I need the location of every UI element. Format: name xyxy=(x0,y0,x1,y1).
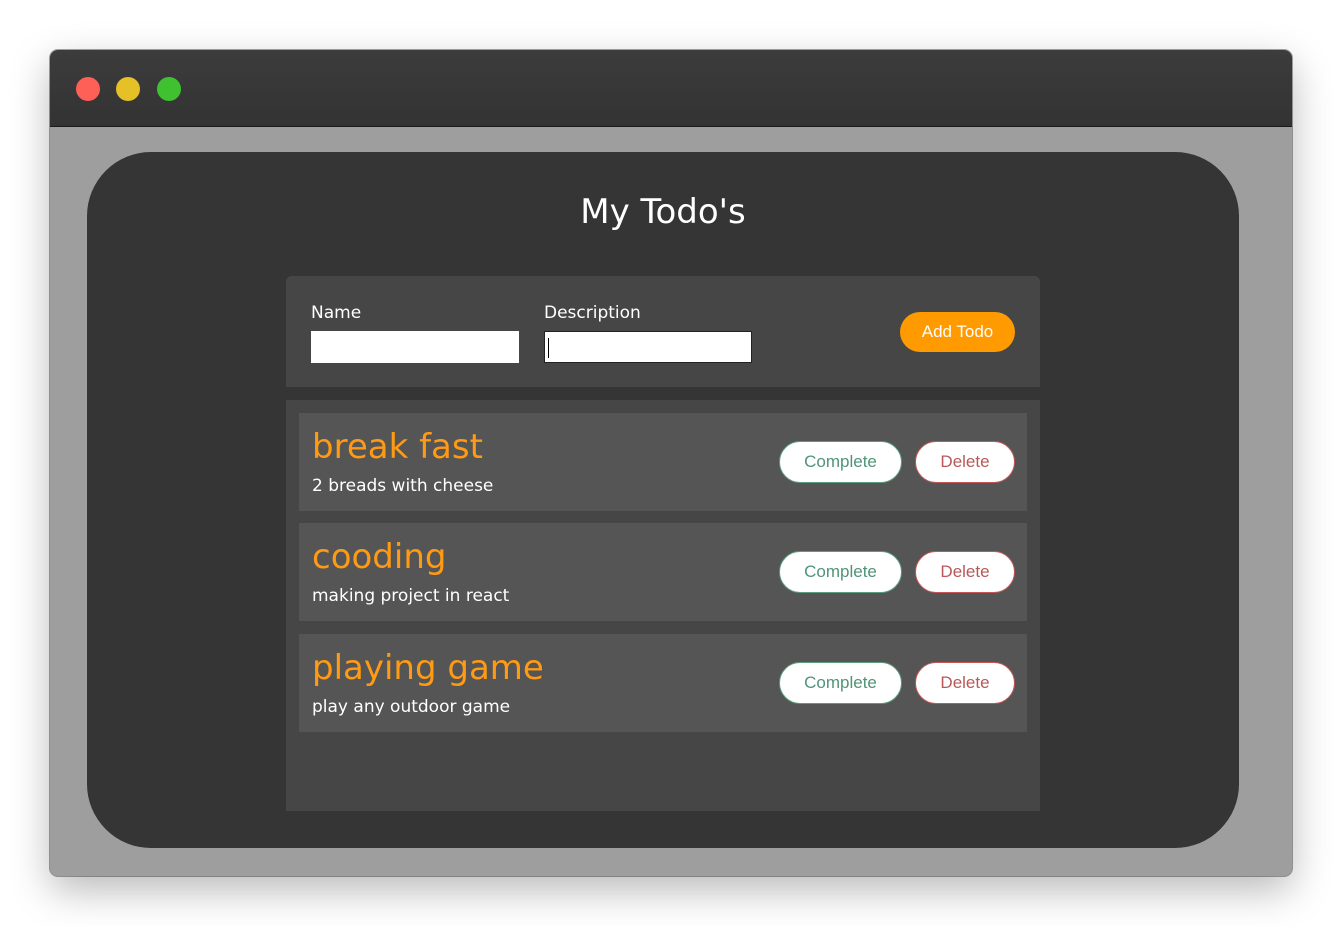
todo-app: My Todo's Name Description Add Todo brea… xyxy=(87,152,1239,848)
minimize-dot-icon[interactable] xyxy=(116,77,140,101)
add-todo-form: Name Description Add Todo xyxy=(286,276,1040,387)
delete-button[interactable]: Delete xyxy=(915,551,1015,593)
todo-description: making project in react xyxy=(312,586,510,606)
complete-button[interactable]: Complete xyxy=(779,662,902,704)
todo-list: break fast 2 breads with cheese Complete… xyxy=(286,400,1040,811)
complete-button[interactable]: Complete xyxy=(779,551,902,593)
text-caret xyxy=(548,338,549,358)
todo-item: playing game play any outdoor game Compl… xyxy=(299,634,1027,732)
todo-title: playing game xyxy=(312,648,544,688)
todo-item: break fast 2 breads with cheese Complete… xyxy=(299,413,1027,511)
todo-title: cooding xyxy=(312,537,447,577)
description-label: Description xyxy=(544,303,641,323)
name-label: Name xyxy=(311,303,362,323)
delete-button[interactable]: Delete xyxy=(915,662,1015,704)
name-input[interactable] xyxy=(311,331,519,363)
todo-description: play any outdoor game xyxy=(312,697,511,717)
page-title: My Todo's xyxy=(580,192,746,232)
window-titlebar xyxy=(50,50,1292,127)
todo-item: cooding making project in react Complete… xyxy=(299,523,1027,621)
add-todo-button[interactable]: Add Todo xyxy=(900,312,1015,352)
zoom-dot-icon[interactable] xyxy=(157,77,181,101)
description-input[interactable] xyxy=(544,331,752,363)
complete-button[interactable]: Complete xyxy=(779,441,902,483)
todo-description: 2 breads with cheese xyxy=(312,476,494,496)
todo-title: break fast xyxy=(312,427,483,467)
delete-button[interactable]: Delete xyxy=(915,441,1015,483)
close-dot-icon[interactable] xyxy=(76,77,100,101)
browser-window: My Todo's Name Description Add Todo brea… xyxy=(50,50,1292,876)
